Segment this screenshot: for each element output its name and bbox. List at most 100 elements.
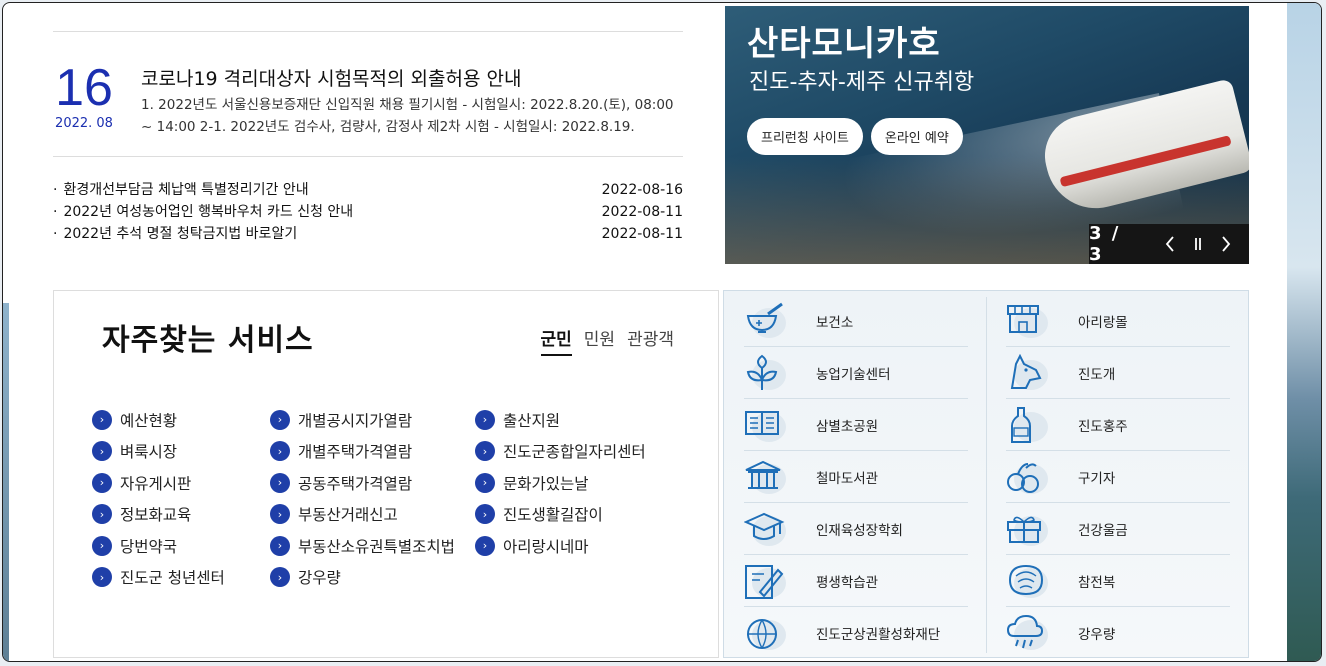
chevron-right-icon: › — [475, 535, 495, 556]
site-link-arirang-mall[interactable]: 아리랑몰 — [1006, 295, 1230, 347]
service-label: 자유게시판 — [120, 474, 192, 493]
chevron-right-icon: › — [475, 441, 495, 462]
site-link-library[interactable]: 철마도서관 — [744, 451, 968, 503]
online-booking-button[interactable]: 온라인 예약 — [870, 118, 963, 155]
tab-residents[interactable]: 군민 — [540, 325, 572, 356]
service-link[interactable]: › 공동주택가격열람 — [270, 472, 475, 494]
site-link-gugija[interactable]: 구기자 — [1006, 451, 1230, 503]
service-link[interactable]: › 자유게시판 — [92, 472, 270, 494]
banner-buttons: 프리런칭 사이트 온라인 예약 — [747, 118, 963, 155]
featured-year-month: 2022. 08 — [55, 116, 113, 131]
notice-title[interactable]: 환경개선부담금 체납액 특별정리기간 안내 — [53, 179, 308, 201]
bottle-icon — [1006, 404, 1052, 446]
service-link[interactable]: › 출산지원 — [475, 409, 675, 431]
site-link-rainfall[interactable]: 강우량 — [1006, 607, 1230, 659]
site-link-commerce-foundation[interactable]: 진도군상권활성화재단 — [744, 607, 968, 659]
site-label: 구기자 — [1078, 470, 1116, 487]
notice-section: 16 2022. 08 코로나19 격리대상자 시험목적의 외출허용 안내 1.… — [53, 31, 683, 245]
site-link-lifelong-learning[interactable]: 평생학습관 — [744, 555, 968, 607]
banner-subtitle: 진도-추자-제주 신규취항 — [749, 70, 975, 95]
gift-box-icon — [1006, 508, 1052, 550]
banner-controls: 3 / 3 — [1089, 223, 1249, 264]
site-label: 보건소 — [816, 314, 854, 331]
related-sites-right: 아리랑몰 진도개 진도홍주 구기자 건강울금 참전복 강우량 — [1006, 295, 1230, 659]
site-link-sambyeolcho-park[interactable]: 삼별초공원 — [744, 399, 968, 451]
prelaunch-site-button[interactable]: 프리런칭 사이트 — [747, 118, 863, 155]
chevron-left-icon[interactable] — [1163, 235, 1177, 253]
sprout-icon — [744, 352, 790, 394]
tab-tourists[interactable]: 관광객 — [627, 325, 674, 356]
site-label: 평생학습관 — [816, 574, 879, 591]
service-link[interactable]: › 벼룩시장 — [92, 441, 270, 463]
service-link[interactable]: › 진도군종합일자리센터 — [475, 441, 675, 463]
site-label: 인재육성장학회 — [816, 522, 903, 539]
related-sites-panel: 보건소 농업기술센터 삼별초공원 철마도서관 인재육성장학회 평생학습관 진도군… — [723, 290, 1249, 658]
service-link[interactable]: › 진도군 청년센터 — [92, 567, 270, 589]
notice-list: 환경개선부담금 체납액 특별정리기간 안내 2022-08-16 2022년 여… — [53, 179, 683, 245]
service-link[interactable]: › 강우량 — [270, 567, 475, 589]
chevron-right-icon: › — [270, 409, 290, 430]
shop-icon — [1006, 300, 1052, 342]
book-icon — [744, 404, 790, 446]
service-label: 당번약국 — [120, 537, 178, 556]
site-label: 강우량 — [1078, 627, 1116, 643]
site-link-scholarship[interactable]: 인재육성장학회 — [744, 503, 968, 555]
service-link[interactable]: › 개별공시지가열람 — [270, 409, 475, 431]
featured-title[interactable]: 코로나19 격리대상자 시험목적의 외출허용 안내 — [141, 64, 521, 91]
site-link-health-center[interactable]: 보건소 — [744, 295, 968, 347]
notice-title[interactable]: 2022년 여성농어업인 행복바우처 카드 신청 안내 — [53, 201, 353, 223]
site-label: 진도군상권활성화재단 — [816, 627, 941, 643]
services-tabs: 군민 민원 관광객 — [540, 325, 674, 356]
list-item[interactable]: 환경개선부담금 체납액 특별정리기간 안내 2022-08-16 — [53, 179, 683, 201]
globe-store-icon — [744, 612, 790, 654]
list-item[interactable]: 2022년 추석 명절 청탁금지법 바로알기 2022-08-11 — [53, 223, 683, 245]
site-label: 진도개 — [1078, 366, 1116, 383]
service-link[interactable]: › 당번약국 — [92, 535, 270, 557]
chevron-right-icon: › — [92, 504, 112, 525]
site-link-jindo-hongju[interactable]: 진도홍주 — [1006, 399, 1230, 451]
service-link[interactable]: › 문화가있는날 — [475, 472, 675, 494]
section-title: 자주찾는 서비스 — [102, 323, 314, 358]
service-label: 예산현황 — [120, 411, 178, 430]
promo-banner[interactable]: 산타모니카호 진도-추자-제주 신규취항 프리런칭 사이트 온라인 예약 3 /… — [725, 6, 1249, 264]
service-label: 개별공시지가열람 — [298, 411, 413, 430]
notice-title[interactable]: 2022년 추석 명절 청탁금지법 바로알기 — [53, 223, 297, 245]
service-link[interactable]: › 정보화교육 — [92, 504, 270, 526]
mortar-pestle-icon — [744, 300, 790, 342]
site-label: 참전복 — [1078, 574, 1116, 591]
notice-date: 2022-08-16 — [601, 182, 683, 198]
service-link[interactable]: › 개별주택가격열람 — [270, 441, 475, 463]
list-item[interactable]: 2022년 여성농어업인 행복바우처 카드 신청 안내 2022-08-11 — [53, 201, 683, 223]
featured-notice[interactable]: 16 2022. 08 코로나19 격리대상자 시험목적의 외출허용 안내 1.… — [53, 32, 683, 157]
pause-icon[interactable] — [1191, 235, 1205, 253]
chevron-right-icon: › — [475, 472, 495, 493]
service-label: 부동산소유권특별조치법 — [298, 537, 455, 556]
service-link[interactable]: › 부동산소유권특별조치법 — [270, 535, 475, 557]
service-link[interactable]: › 진도생활길잡이 — [475, 504, 675, 526]
service-link[interactable]: › 아리랑시네마 — [475, 535, 675, 557]
service-label: 진도생활길잡이 — [503, 506, 603, 525]
banner-title: 산타모니카호 — [747, 24, 941, 64]
pencil-note-icon — [744, 560, 790, 602]
site-label: 아리랑몰 — [1078, 314, 1128, 331]
tab-civil-service[interactable]: 민원 — [584, 325, 615, 356]
notice-date: 2022-08-11 — [601, 226, 683, 242]
chevron-right-icon: › — [270, 504, 290, 525]
page-frame: 16 2022. 08 코로나19 격리대상자 시험목적의 외출허용 안내 1.… — [2, 2, 1322, 662]
site-link-jindo-dog[interactable]: 진도개 — [1006, 347, 1230, 399]
featured-day: 16 — [55, 59, 113, 117]
chevron-right-icon: › — [92, 567, 112, 588]
abalone-shell-icon — [1006, 560, 1052, 602]
service-link[interactable]: › 부동산거래신고 — [270, 504, 475, 526]
service-label: 문화가있는날 — [503, 474, 589, 493]
related-sites-left: 보건소 농업기술센터 삼별초공원 철마도서관 인재육성장학회 평생학습관 진도군… — [744, 295, 968, 659]
library-building-icon — [744, 456, 790, 498]
chevron-right-icon[interactable] — [1219, 235, 1233, 253]
service-link[interactable]: › 예산현황 — [92, 409, 270, 431]
chevron-right-icon: › — [92, 535, 112, 556]
site-link-turmeric[interactable]: 건강울금 — [1006, 503, 1230, 555]
site-link-agri-center[interactable]: 농업기술센터 — [744, 347, 968, 399]
service-label: 개별주택가격열람 — [298, 443, 413, 462]
site-link-abalone[interactable]: 참전복 — [1006, 555, 1230, 607]
background-scenery-left — [3, 303, 9, 661]
